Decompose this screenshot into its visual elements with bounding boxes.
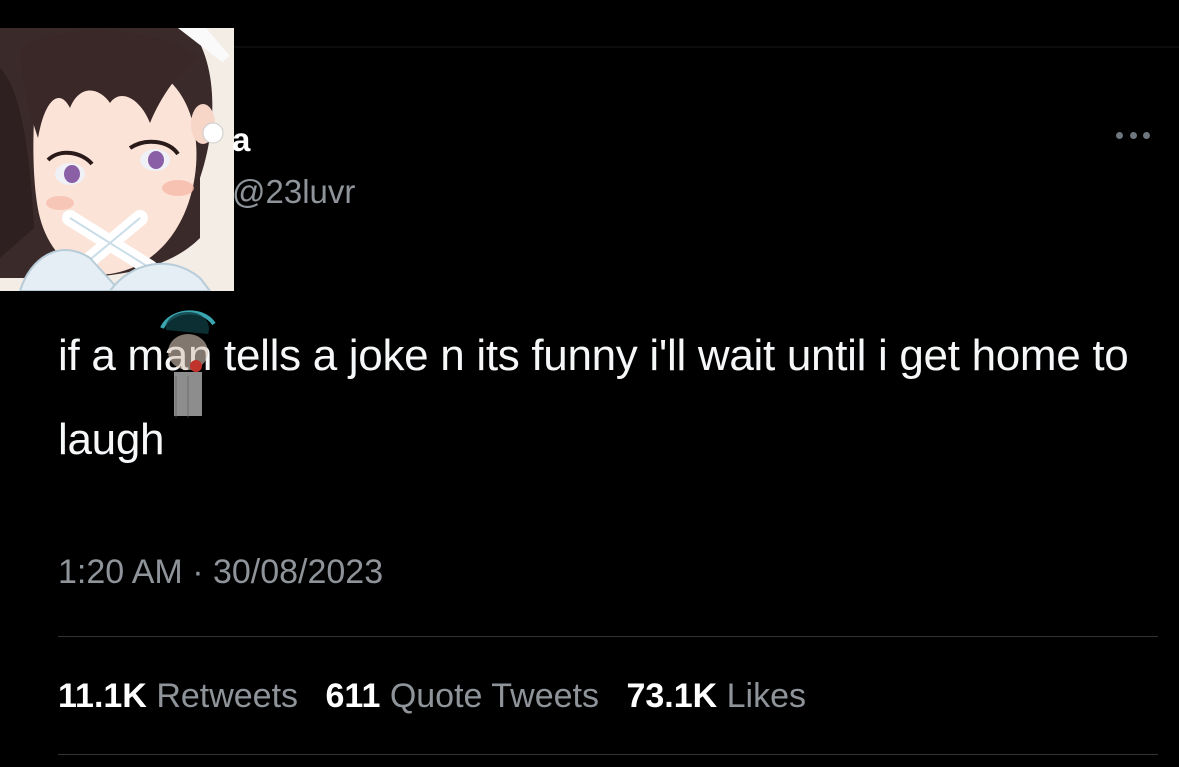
tweet-stats: 11.1K Retweets 611 Quote Tweets 73.1K Li… [58,672,824,720]
stat-retweets[interactable]: 11.1K Retweets [58,677,308,715]
stat-label: Quote Tweets [389,677,599,715]
doodle-sticker [152,300,222,430]
more-dot-icon [1129,131,1137,139]
stat-label: Retweets [156,677,299,715]
stat-label: Likes [726,677,806,715]
stat-count: 73.1K [626,677,718,715]
more-dot-icon [1116,131,1123,139]
stat-count: 11.1K [58,677,147,715]
display-name[interactable]: a [232,120,250,160]
divider [58,636,1158,637]
tweet-timestamp[interactable]: 1:20 AM · 30/08/2023 [58,548,383,596]
avatar[interactable] [0,28,234,291]
more-dot-icon [1143,131,1150,139]
divider-top [230,46,1179,48]
user-handle[interactable]: @23luvr [232,172,355,212]
anime-girl-avatar-icon [0,28,234,291]
more-options-button[interactable] [1108,120,1158,150]
stat-quote-tweets[interactable]: 611 Quote Tweets [326,677,609,715]
stat-count: 611 [325,677,381,715]
doodle-sticker-icon [160,310,216,418]
stat-likes[interactable]: 73.1K Likes [626,677,806,715]
tweet-card: a @23luvr if a man tells a joke n its fu… [0,0,1179,767]
divider [58,754,1158,755]
